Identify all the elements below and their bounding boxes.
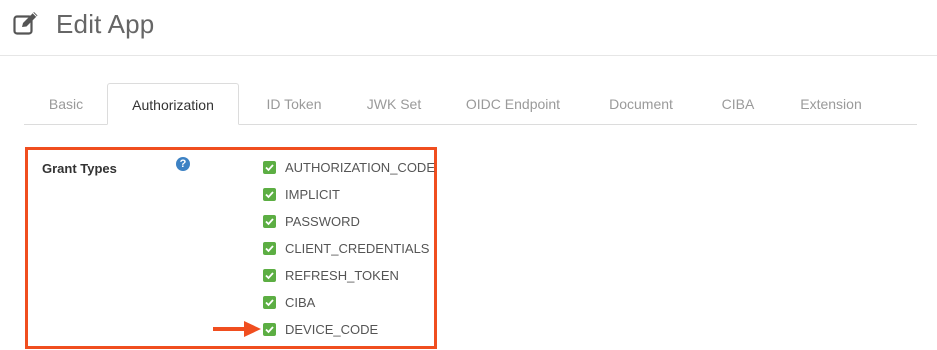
grant-option-label: CIBA	[285, 295, 316, 310]
checkbox-checked-icon[interactable]	[263, 323, 276, 336]
page-title: Edit App	[56, 9, 155, 39]
tab-oidc-endpoint[interactable]: OIDC Endpoint	[448, 83, 578, 123]
tab-jwk-set[interactable]: JWK Set	[350, 83, 438, 123]
tab-id-token[interactable]: ID Token	[246, 83, 342, 123]
grant-types-panel: Grant Types ? AUTHORIZATION_CODE IMPLICI…	[25, 147, 437, 349]
tab-document[interactable]: Document	[589, 83, 693, 123]
grant-option-label: CLIENT_CREDENTIALS	[285, 241, 430, 256]
grant-option-label: IMPLICIT	[285, 187, 340, 202]
question-circle-icon[interactable]: ?	[176, 157, 190, 171]
checkbox-checked-icon[interactable]	[263, 296, 276, 309]
grant-types-label: Grant Types	[42, 161, 117, 176]
header-divider	[0, 55, 937, 56]
tab-authorization[interactable]: Authorization	[107, 83, 239, 125]
checkbox-checked-icon[interactable]	[263, 188, 276, 201]
grant-option-label: AUTHORIZATION_CODE	[285, 160, 435, 175]
tab-ciba[interactable]: CIBA	[706, 83, 770, 123]
tab-bar: Basic Authorization ID Token JWK Set OID…	[24, 83, 917, 125]
arrow-right-icon	[213, 321, 261, 337]
grant-option-label: DEVICE_CODE	[285, 322, 379, 337]
grant-option-label: REFRESH_TOKEN	[285, 268, 399, 283]
grant-option-label: PASSWORD	[285, 214, 360, 229]
edit-icon	[13, 12, 38, 35]
checkbox-checked-icon[interactable]	[263, 161, 276, 174]
tab-extension[interactable]: Extension	[783, 83, 879, 123]
checkbox-checked-icon[interactable]	[263, 215, 276, 228]
tab-basic[interactable]: Basic	[24, 83, 108, 123]
page-header: Edit App	[0, 0, 937, 55]
checkbox-checked-icon[interactable]	[263, 242, 276, 255]
checkbox-checked-icon[interactable]	[263, 269, 276, 282]
